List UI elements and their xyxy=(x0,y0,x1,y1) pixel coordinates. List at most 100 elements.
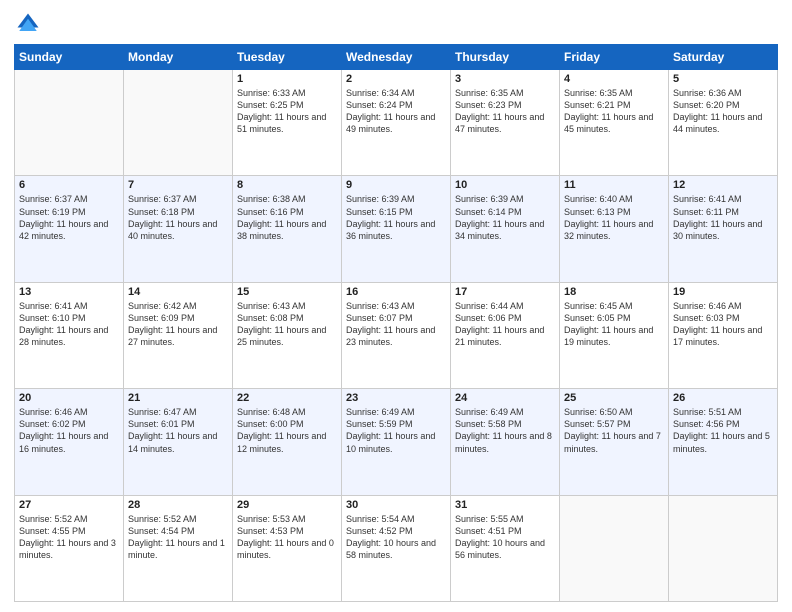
day-info: Sunrise: 6:49 AM Sunset: 5:58 PM Dayligh… xyxy=(455,406,555,455)
calendar-cell: 11 Sunrise: 6:40 AM Sunset: 6:13 PM Dayli… xyxy=(560,176,669,282)
day-number: 1 xyxy=(237,73,337,85)
calendar-cell: 14 Sunrise: 6:42 AM Sunset: 6:09 PM Dayli… xyxy=(124,282,233,388)
calendar-week-row: 27 Sunrise: 5:52 AM Sunset: 4:55 PM Dayli… xyxy=(15,495,778,601)
day-info: Sunrise: 6:40 AM Sunset: 6:13 PM Dayligh… xyxy=(564,193,664,242)
day-number: 14 xyxy=(128,286,228,298)
day-info: Sunrise: 5:55 AM Sunset: 4:51 PM Dayligh… xyxy=(455,513,555,562)
day-number: 27 xyxy=(19,499,119,511)
weekday-header-friday: Friday xyxy=(560,45,669,70)
day-number: 26 xyxy=(673,392,773,404)
weekday-header-tuesday: Tuesday xyxy=(233,45,342,70)
day-number: 4 xyxy=(564,73,664,85)
day-info: Sunrise: 6:42 AM Sunset: 6:09 PM Dayligh… xyxy=(128,300,228,349)
day-info: Sunrise: 5:54 AM Sunset: 4:52 PM Dayligh… xyxy=(346,513,446,562)
day-info: Sunrise: 6:38 AM Sunset: 6:16 PM Dayligh… xyxy=(237,193,337,242)
day-info: Sunrise: 5:52 AM Sunset: 4:54 PM Dayligh… xyxy=(128,513,228,562)
calendar-week-row: 1 Sunrise: 6:33 AM Sunset: 6:25 PM Daylig… xyxy=(15,70,778,176)
calendar-table: SundayMondayTuesdayWednesdayThursdayFrid… xyxy=(14,44,778,602)
calendar-cell: 19 Sunrise: 6:46 AM Sunset: 6:03 PM Dayli… xyxy=(669,282,778,388)
day-number: 29 xyxy=(237,499,337,511)
day-info: Sunrise: 6:45 AM Sunset: 6:05 PM Dayligh… xyxy=(564,300,664,349)
day-number: 3 xyxy=(455,73,555,85)
calendar-cell: 8 Sunrise: 6:38 AM Sunset: 6:16 PM Daylig… xyxy=(233,176,342,282)
day-number: 19 xyxy=(673,286,773,298)
calendar-cell: 16 Sunrise: 6:43 AM Sunset: 6:07 PM Dayli… xyxy=(342,282,451,388)
day-number: 5 xyxy=(673,73,773,85)
day-number: 11 xyxy=(564,179,664,191)
calendar-week-row: 20 Sunrise: 6:46 AM Sunset: 6:02 PM Dayli… xyxy=(15,389,778,495)
calendar-cell: 29 Sunrise: 5:53 AM Sunset: 4:53 PM Dayli… xyxy=(233,495,342,601)
day-info: Sunrise: 5:52 AM Sunset: 4:55 PM Dayligh… xyxy=(19,513,119,562)
day-info: Sunrise: 6:46 AM Sunset: 6:03 PM Dayligh… xyxy=(673,300,773,349)
day-info: Sunrise: 6:41 AM Sunset: 6:11 PM Dayligh… xyxy=(673,193,773,242)
weekday-header-sunday: Sunday xyxy=(15,45,124,70)
calendar-cell: 25Sunrise: 6:50 AM Sunset: 5:57 PM Dayli… xyxy=(560,389,669,495)
calendar-cell: 28Sunrise: 5:52 AM Sunset: 4:54 PM Dayli… xyxy=(124,495,233,601)
calendar-cell: 7 Sunrise: 6:37 AM Sunset: 6:18 PM Daylig… xyxy=(124,176,233,282)
calendar-week-row: 6Sunrise: 6:37 AM Sunset: 6:19 PM Daylig… xyxy=(15,176,778,282)
day-info: Sunrise: 5:53 AM Sunset: 4:53 PM Dayligh… xyxy=(237,513,337,562)
calendar-cell: 27 Sunrise: 5:52 AM Sunset: 4:55 PM Dayli… xyxy=(15,495,124,601)
calendar-cell: 12 Sunrise: 6:41 AM Sunset: 6:11 PM Dayli… xyxy=(669,176,778,282)
calendar-cell xyxy=(124,70,233,176)
calendar-cell: 9 Sunrise: 6:39 AM Sunset: 6:15 PM Daylig… xyxy=(342,176,451,282)
day-info: Sunrise: 6:35 AM Sunset: 6:23 PM Dayligh… xyxy=(455,87,555,136)
calendar-week-row: 13 Sunrise: 6:41 AM Sunset: 6:10 PM Dayli… xyxy=(15,282,778,388)
day-number: 13 xyxy=(19,286,119,298)
calendar-cell: 18 Sunrise: 6:45 AM Sunset: 6:05 PM Dayli… xyxy=(560,282,669,388)
page: SundayMondayTuesdayWednesdayThursdayFrid… xyxy=(0,0,792,612)
calendar-cell: 10Sunrise: 6:39 AM Sunset: 6:14 PM Dayli… xyxy=(451,176,560,282)
day-number: 17 xyxy=(455,286,555,298)
weekday-header-saturday: Saturday xyxy=(669,45,778,70)
day-number: 10 xyxy=(455,179,555,191)
calendar-cell: 26Sunrise: 5:51 AM Sunset: 4:56 PM Dayli… xyxy=(669,389,778,495)
calendar-cell: 1 Sunrise: 6:33 AM Sunset: 6:25 PM Daylig… xyxy=(233,70,342,176)
header xyxy=(14,10,778,38)
day-number: 21 xyxy=(128,392,228,404)
day-info: Sunrise: 6:36 AM Sunset: 6:20 PM Dayligh… xyxy=(673,87,773,136)
day-info: Sunrise: 6:34 AM Sunset: 6:24 PM Dayligh… xyxy=(346,87,446,136)
logo xyxy=(14,10,46,38)
day-info: Sunrise: 6:41 AM Sunset: 6:10 PM Dayligh… xyxy=(19,300,119,349)
calendar-cell: 5 Sunrise: 6:36 AM Sunset: 6:20 PM Daylig… xyxy=(669,70,778,176)
day-info: Sunrise: 6:37 AM Sunset: 6:19 PM Dayligh… xyxy=(19,193,119,242)
day-info: Sunrise: 6:43 AM Sunset: 6:07 PM Dayligh… xyxy=(346,300,446,349)
day-number: 9 xyxy=(346,179,446,191)
day-info: Sunrise: 6:46 AM Sunset: 6:02 PM Dayligh… xyxy=(19,406,119,455)
calendar-cell: 15Sunrise: 6:43 AM Sunset: 6:08 PM Dayli… xyxy=(233,282,342,388)
calendar-cell: 31 Sunrise: 5:55 AM Sunset: 4:51 PM Dayli… xyxy=(451,495,560,601)
day-info: Sunrise: 6:44 AM Sunset: 6:06 PM Dayligh… xyxy=(455,300,555,349)
day-number: 7 xyxy=(128,179,228,191)
day-info: Sunrise: 6:49 AM Sunset: 5:59 PM Dayligh… xyxy=(346,406,446,455)
calendar-cell: 3 Sunrise: 6:35 AM Sunset: 6:23 PM Daylig… xyxy=(451,70,560,176)
day-number: 8 xyxy=(237,179,337,191)
day-number: 22 xyxy=(237,392,337,404)
day-number: 2 xyxy=(346,73,446,85)
day-number: 20 xyxy=(19,392,119,404)
weekday-header-wednesday: Wednesday xyxy=(342,45,451,70)
day-number: 12 xyxy=(673,179,773,191)
day-info: Sunrise: 6:48 AM Sunset: 6:00 PM Dayligh… xyxy=(237,406,337,455)
day-number: 18 xyxy=(564,286,664,298)
day-number: 16 xyxy=(346,286,446,298)
day-info: Sunrise: 6:35 AM Sunset: 6:21 PM Dayligh… xyxy=(564,87,664,136)
day-number: 25 xyxy=(564,392,664,404)
day-info: Sunrise: 6:39 AM Sunset: 6:15 PM Dayligh… xyxy=(346,193,446,242)
day-number: 30 xyxy=(346,499,446,511)
calendar-cell: 21Sunrise: 6:47 AM Sunset: 6:01 PM Dayli… xyxy=(124,389,233,495)
day-info: Sunrise: 6:37 AM Sunset: 6:18 PM Dayligh… xyxy=(128,193,228,242)
calendar-cell: 22 Sunrise: 6:48 AM Sunset: 6:00 PM Dayli… xyxy=(233,389,342,495)
calendar-cell: 23 Sunrise: 6:49 AM Sunset: 5:59 PM Dayli… xyxy=(342,389,451,495)
day-number: 15 xyxy=(237,286,337,298)
calendar-cell: 6Sunrise: 6:37 AM Sunset: 6:19 PM Daylig… xyxy=(15,176,124,282)
weekday-header-thursday: Thursday xyxy=(451,45,560,70)
day-number: 31 xyxy=(455,499,555,511)
logo-icon xyxy=(14,10,42,38)
day-info: Sunrise: 6:33 AM Sunset: 6:25 PM Dayligh… xyxy=(237,87,337,136)
calendar-cell: 30 Sunrise: 5:54 AM Sunset: 4:52 PM Dayli… xyxy=(342,495,451,601)
calendar-cell xyxy=(669,495,778,601)
day-number: 23 xyxy=(346,392,446,404)
day-number: 24 xyxy=(455,392,555,404)
calendar-cell: 2 Sunrise: 6:34 AM Sunset: 6:24 PM Daylig… xyxy=(342,70,451,176)
weekday-header-row: SundayMondayTuesdayWednesdayThursdayFrid… xyxy=(15,45,778,70)
